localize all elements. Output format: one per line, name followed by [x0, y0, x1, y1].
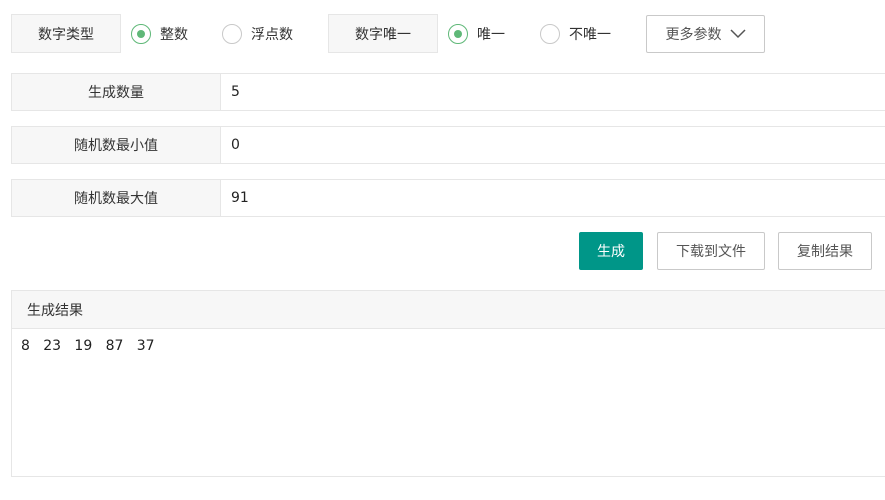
- radio-not-unique-label: 不唯一: [569, 27, 611, 43]
- radio-unique-label: 唯一: [477, 27, 505, 43]
- radio-float-circle[interactable]: [222, 24, 242, 44]
- radio-float-label: 浮点数: [251, 27, 293, 43]
- more-params-label: 更多参数: [665, 27, 722, 43]
- radio-integer[interactable]: 整数: [131, 24, 188, 44]
- download-button[interactable]: 下载到文件: [657, 232, 765, 270]
- min-input[interactable]: [221, 127, 885, 163]
- result-panel: 生成结果 8 23 19 87 37: [11, 290, 885, 477]
- radio-not-unique-circle[interactable]: [540, 24, 560, 44]
- radio-unique[interactable]: 唯一: [448, 24, 505, 44]
- generate-button[interactable]: 生成: [579, 232, 643, 270]
- count-input[interactable]: [221, 74, 885, 110]
- max-input[interactable]: [221, 180, 885, 216]
- radio-integer-circle[interactable]: [131, 24, 151, 44]
- radio-float[interactable]: 浮点数: [222, 24, 293, 44]
- min-label: 随机数最小值: [12, 127, 221, 163]
- number-type-label-text: 数字类型: [38, 26, 94, 43]
- min-row: 随机数最小值: [11, 126, 885, 164]
- result-content[interactable]: 8 23 19 87 37: [12, 329, 885, 363]
- copy-result-button[interactable]: 复制结果: [778, 232, 872, 270]
- more-params-button[interactable]: 更多参数: [646, 15, 765, 53]
- count-label: 生成数量: [12, 74, 221, 110]
- count-row: 生成数量: [11, 73, 885, 111]
- max-label: 随机数最大值: [12, 180, 221, 216]
- max-row: 随机数最大值: [11, 179, 885, 217]
- result-title: 生成结果: [12, 291, 885, 329]
- radio-integer-label: 整数: [160, 27, 188, 43]
- unique-label-text: 数字唯一: [355, 26, 411, 43]
- number-type-label: 数字类型: [11, 14, 121, 53]
- chevron-down-icon: [729, 29, 746, 39]
- unique-label: 数字唯一: [328, 14, 438, 53]
- radio-not-unique[interactable]: 不唯一: [540, 24, 611, 44]
- radio-unique-circle[interactable]: [448, 24, 468, 44]
